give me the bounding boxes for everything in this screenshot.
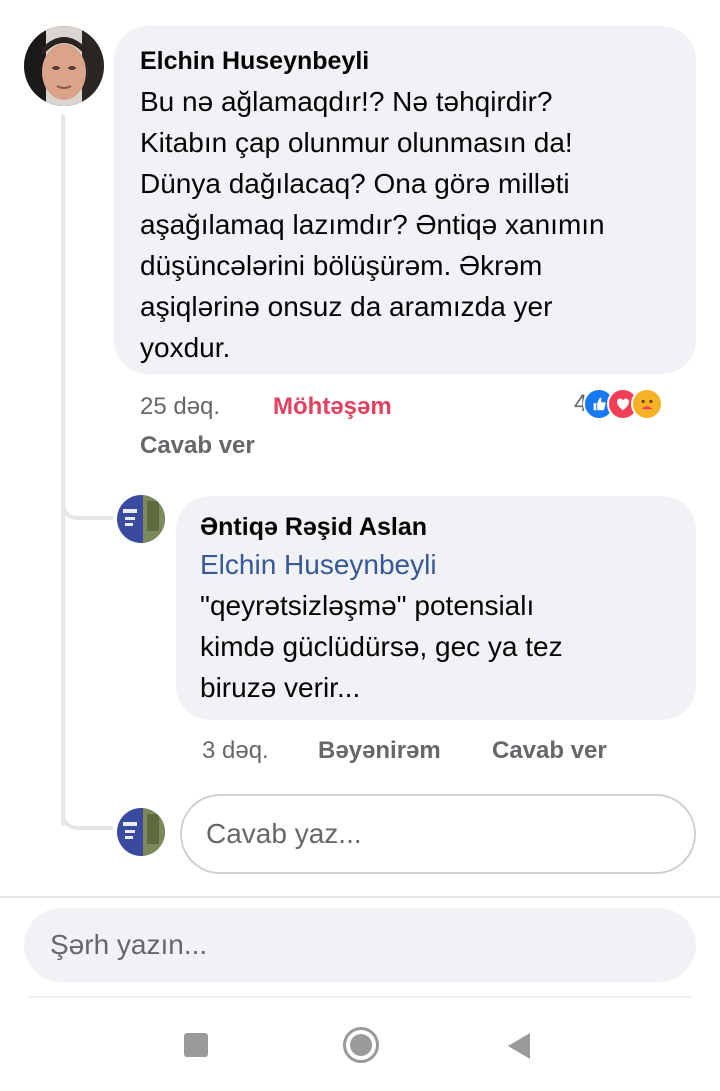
reply-button[interactable]: Cavab ver [492,737,607,765]
reaction-summary[interactable]: 4 [574,386,664,422]
avatar [117,808,165,856]
reply-bubble[interactable]: Əntiqə Rəşid Aslan Elchin Huseynbeyli "q… [176,496,696,720]
home-icon[interactable] [343,1027,379,1063]
reply-button[interactable]: Cavab ver [140,432,255,460]
android-nav-bar [0,1000,720,1091]
divider [0,896,720,898]
mention-link[interactable]: Elchin Huseynbeyli [200,544,672,585]
comment-timestamp[interactable]: 25 dəq. [140,393,220,421]
divider [28,996,692,998]
comment-author[interactable]: Elchin Huseynbeyli [140,44,670,78]
reply-input[interactable]: Cavab yaz... [180,794,696,874]
avatar[interactable] [24,26,104,106]
comment-input[interactable]: Şərh yazın... [24,908,696,982]
reply-author[interactable]: Əntiqə Rəşid Aslan [200,510,672,544]
reply-text: "qeyrətsizləşmə" potensialı kimdə güclüd… [200,590,563,703]
care-icon [631,388,664,420]
comment-thread-screen: Elchin Huseynbeyli Bu nə ağlamaqdır!? Nə… [0,0,720,1091]
thread-branch [61,500,113,520]
like-button[interactable]: Bəyənirəm [318,737,441,765]
recent-apps-icon[interactable] [184,1033,208,1057]
reply-timestamp[interactable]: 3 dəq. [202,737,269,765]
comment-input-placeholder: Şərh yazın... [50,929,208,960]
avatar[interactable] [117,495,165,543]
thread-branch [61,810,113,830]
back-icon[interactable] [508,1033,530,1059]
comment-bubble[interactable]: Elchin Huseynbeyli Bu nə ağlamaqdır!? Nə… [114,26,696,374]
reply-input-placeholder: Cavab yaz... [206,818,362,849]
comment-text: Bu nə ağlamaqdır!? Nə təhqirdir? Kitabın… [140,86,605,363]
reaction-button[interactable]: Möhtəşəm [273,393,392,421]
thread-line [61,114,65,826]
